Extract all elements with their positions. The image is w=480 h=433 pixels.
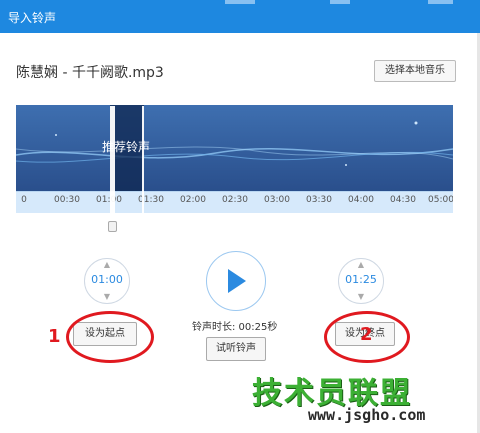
end-handle[interactable] xyxy=(142,106,144,214)
waveform-editor[interactable]: 推荐铃声 0 00:30 01:00 01:30 02:00 02:30 03:… xyxy=(16,105,453,213)
tick-label: 02:00 xyxy=(180,195,206,205)
preview-ringtone-button[interactable]: 试听铃声 xyxy=(206,337,266,361)
tick-label: 01:00 xyxy=(96,195,122,205)
ringtone-duration: 铃声时长: 00:25秒 xyxy=(192,322,278,333)
tick-label: 04:00 xyxy=(348,195,374,205)
annotation-number-2: 2 xyxy=(360,324,373,345)
chevron-up-icon[interactable]: ▲ xyxy=(339,260,383,269)
annotation-number-1: 1 xyxy=(48,326,61,347)
play-button[interactable] xyxy=(206,251,266,311)
tick-label: 02:30 xyxy=(222,195,248,205)
end-time-value: 01:25 xyxy=(345,273,377,286)
waveform-graphic xyxy=(16,105,453,191)
watermark-url: www.jsgho.com xyxy=(308,406,426,424)
tick-label: 00:30 xyxy=(54,195,80,205)
tick-label: 05:00 xyxy=(428,195,453,205)
annotation-circle-1 xyxy=(66,311,154,363)
watermark: 技术员联盟 www.jsgho.com xyxy=(250,368,480,433)
time-ruler: 0 00:30 01:00 01:30 02:00 02:30 03:00 03… xyxy=(16,191,453,213)
tick-label: 04:30 xyxy=(390,195,416,205)
chevron-down-icon[interactable]: ▼ xyxy=(85,292,129,301)
background-window-strip xyxy=(330,0,350,4)
song-name: 陈慧娴 - 千千阙歌.mp3 xyxy=(16,65,164,81)
dialog-title: 导入铃声 xyxy=(8,11,57,25)
dialog-title-bar: 导入铃声 xyxy=(0,0,480,33)
end-time-spinner[interactable]: ▲ 01:25 ▼ xyxy=(338,258,384,304)
tick-label: 03:30 xyxy=(306,195,332,205)
tick-label: 03:00 xyxy=(264,195,290,205)
chevron-up-icon[interactable]: ▲ xyxy=(85,260,129,269)
start-time-spinner[interactable]: ▲ 01:00 ▼ xyxy=(84,258,130,304)
start-handle-knob[interactable] xyxy=(108,221,117,232)
background-window-strip xyxy=(225,0,255,4)
chevron-down-icon[interactable]: ▼ xyxy=(339,292,383,301)
choose-local-music-button[interactable]: 选择本地音乐 xyxy=(374,60,456,82)
background-window-strip xyxy=(428,0,453,4)
tick-label: 0 xyxy=(21,195,27,205)
play-icon xyxy=(228,269,246,293)
start-handle[interactable] xyxy=(110,106,115,214)
start-time-value: 01:00 xyxy=(91,273,123,286)
